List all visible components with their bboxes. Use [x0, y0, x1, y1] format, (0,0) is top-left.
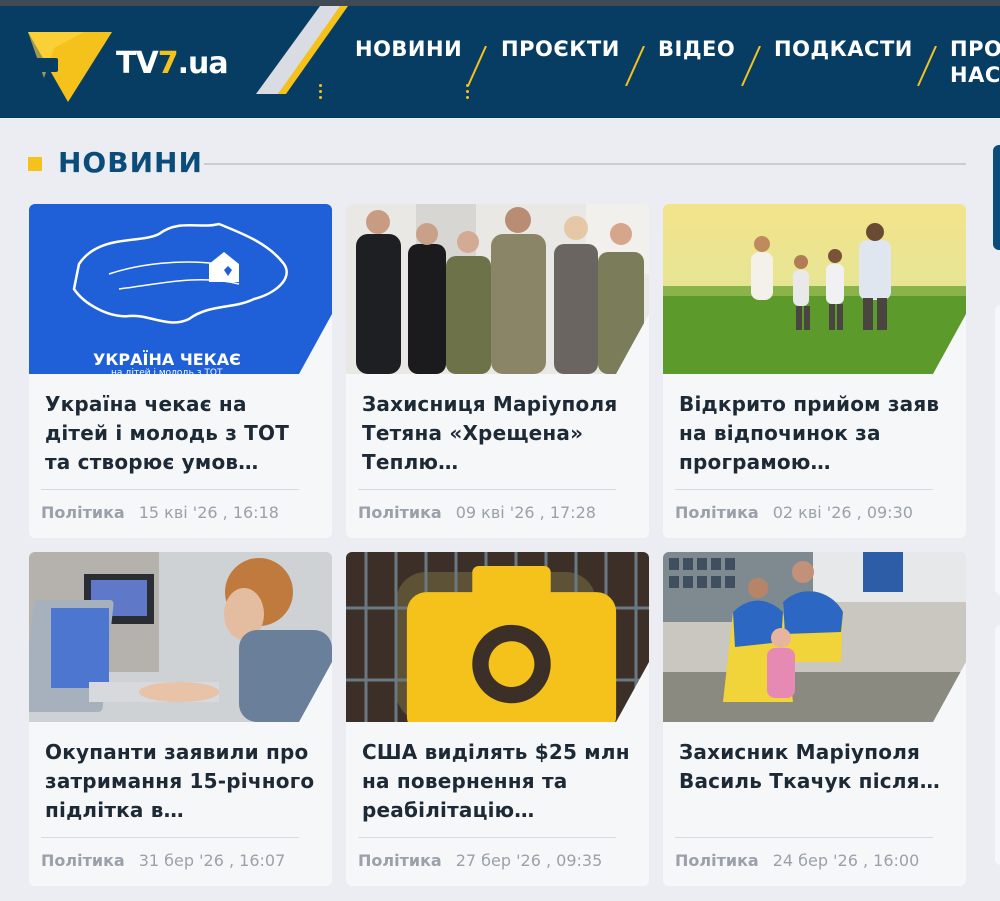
news-card-image[interactable]: УКРАЇНА ЧЕКАЄ на дітей і молодь з ТОТ: [29, 204, 332, 374]
card-divider: [675, 489, 933, 490]
section-title[interactable]: НОВИНИ: [58, 146, 203, 179]
news-card[interactable]: Відкрито прийом заяв на відпочинок за пр…: [663, 204, 966, 538]
news-card-date: 15 кві '26 , 16:18: [138, 503, 279, 522]
news-card-title[interactable]: Окупанти заявили про затримання 15-річно…: [45, 738, 315, 825]
news-card-date: 24 бер '26 , 16:00: [772, 851, 920, 870]
image-subcaption: на дітей і молодь з ТОТ: [111, 368, 223, 374]
sidebar-edge: [993, 145, 1000, 250]
section-divider: [204, 163, 966, 165]
news-card-meta: Політика 24 бер '26 , 16:00: [675, 851, 919, 870]
news-card-date: 27 бер '26 , 09:35: [455, 851, 603, 870]
news-card-image[interactable]: [346, 204, 649, 374]
news-card-image[interactable]: [29, 552, 332, 722]
news-card-category[interactable]: Політика: [41, 851, 125, 870]
card-divider: [41, 489, 299, 490]
news-card-title[interactable]: Захисник Маріуполя Василь Ткачук після…: [679, 738, 949, 825]
news-card-meta: Політика 02 кві '26 , 09:30: [675, 503, 913, 522]
news-card-category[interactable]: Політика: [675, 851, 759, 870]
nav-dots-icon: [466, 84, 470, 102]
nav-item-news[interactable]: НОВИНИ: [355, 36, 462, 62]
news-card-category[interactable]: Політика: [358, 851, 442, 870]
news-card-meta: Політика 31 бер '26 , 16:07: [41, 851, 285, 870]
site-header: TV7.ua НОВИНИ ПРОЄКТИ ВІДЕО ПОДКАСТИ ПРО…: [0, 6, 1000, 118]
card-divider: [675, 837, 933, 838]
news-card-title[interactable]: США виділять $25 млн на повернення та ре…: [362, 738, 632, 825]
news-section-header: НОВИНИ: [28, 140, 968, 188]
nav-separator: [917, 46, 937, 86]
news-card-category[interactable]: Політика: [358, 503, 442, 522]
sidebar-edge: [995, 625, 1000, 865]
nav-separator: [741, 46, 761, 86]
nav-item-projects[interactable]: ПРОЄКТИ: [501, 36, 620, 62]
card-divider: [41, 837, 299, 838]
news-card[interactable]: УКРАЇНА ЧЕКАЄ на дітей і молодь з ТОТ Ук…: [29, 204, 332, 538]
news-card-category[interactable]: Політика: [41, 503, 125, 522]
nav-item-podcasts[interactable]: ПОДКАСТИ: [774, 36, 913, 62]
main-nav: НОВИНИ ПРОЄКТИ ВІДЕО ПОДКАСТИ ПРО НАС: [0, 6, 1000, 118]
news-card[interactable]: Захисник Маріуполя Василь Ткачук після… …: [663, 552, 966, 886]
news-card-title[interactable]: Україна чекає на дітей і молодь з ТОТ та…: [45, 390, 315, 477]
news-card-title[interactable]: Захисниця Маріуполя Тетяна «Хрещена» Теп…: [362, 390, 632, 477]
nav-separator: [625, 46, 645, 86]
image-caption: УКРАЇНА ЧЕКАЄ: [93, 350, 241, 369]
nav-item-about[interactable]: ПРО НАС: [950, 36, 1000, 88]
card-divider: [358, 837, 616, 838]
news-card[interactable]: Захисниця Маріуполя Тетяна «Хрещена» Теп…: [346, 204, 649, 538]
news-card-image[interactable]: [346, 552, 649, 722]
news-card[interactable]: Окупанти заявили про затримання 15-річно…: [29, 552, 332, 886]
news-card-meta: Політика 27 бер '26 , 09:35: [358, 851, 602, 870]
news-card[interactable]: США виділять $25 млн на повернення та ре…: [346, 552, 649, 886]
news-card-meta: Політика 09 кві '26 , 17:28: [358, 503, 596, 522]
card-divider: [358, 489, 616, 490]
news-card-date: 31 бер '26 , 16:07: [138, 851, 286, 870]
news-card-image[interactable]: [663, 204, 966, 374]
sidebar-edge: [995, 305, 1000, 595]
news-card-date: 09 кві '26 , 17:28: [455, 503, 596, 522]
nav-item-video[interactable]: ВІДЕО: [658, 36, 735, 62]
news-card-date: 02 кві '26 , 09:30: [772, 503, 913, 522]
section-marker-icon: [28, 157, 42, 171]
news-card-image[interactable]: [663, 552, 966, 722]
news-card-title[interactable]: Відкрито прийом заяв на відпочинок за пр…: [679, 390, 949, 477]
news-card-meta: Політика 15 кві '26 , 16:18: [41, 503, 279, 522]
news-card-category[interactable]: Політика: [675, 503, 759, 522]
nav-separator: [467, 46, 487, 86]
camera-icon: [406, 566, 617, 722]
nav-dots-icon: [319, 84, 323, 102]
